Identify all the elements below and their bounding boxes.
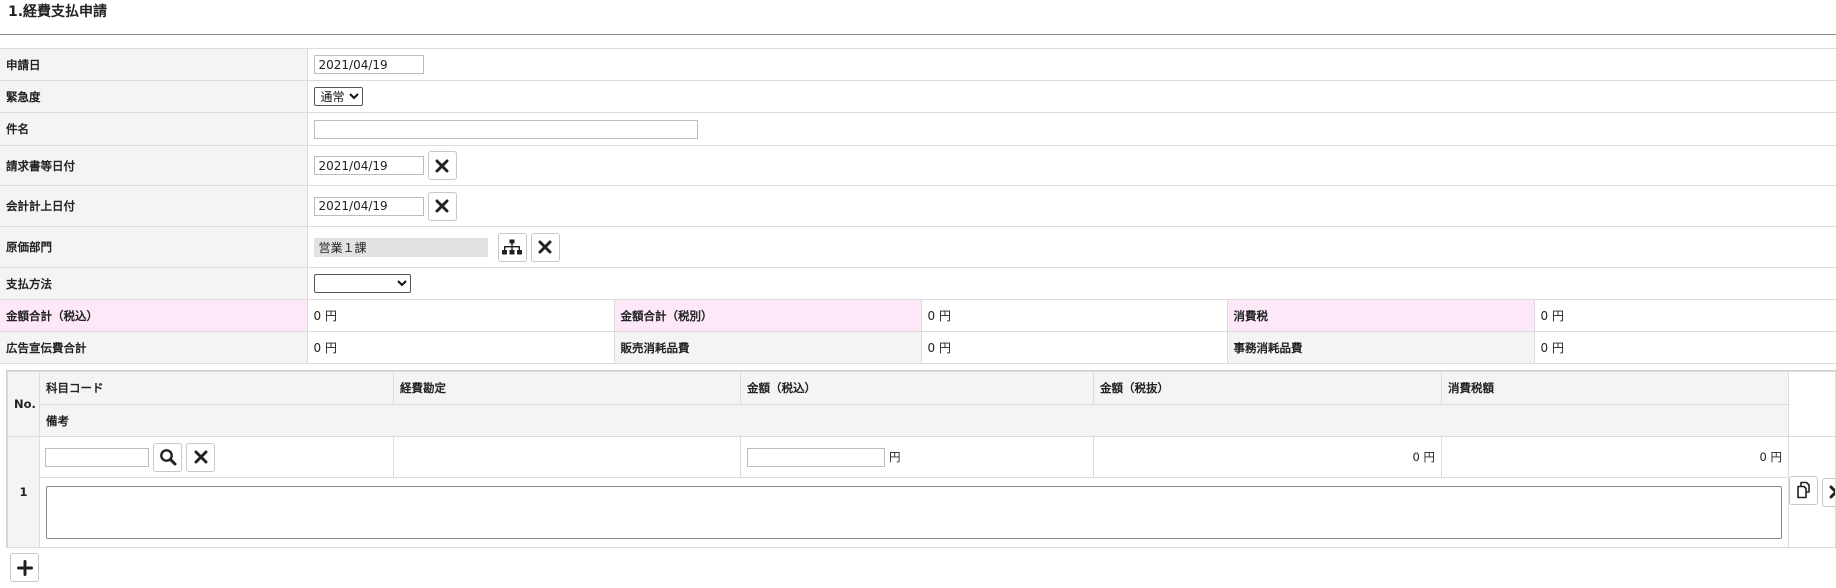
office-supplies-value: 0 円 [1534, 331, 1836, 364]
total-incl-tax-label: 金額合計（税込） [0, 299, 308, 332]
row-totals-2: 広告宣伝費合計 0 円 販売消耗品費 0 円 事務消耗品費 0 円 [0, 331, 1836, 364]
row-payment-method: 支払方法 [0, 267, 1836, 300]
account-code-clear-button[interactable] [186, 442, 215, 472]
close-icon [435, 159, 449, 172]
row-application-date: 申請日 [0, 48, 1836, 81]
add-row-button[interactable] [10, 553, 39, 582]
table-row: 1 円 0 円 0 円 [7, 436, 1836, 548]
amount-excl-value: 0 円 [1093, 436, 1442, 478]
row-totals-1: 金額合計（税込） 0 円 金額合計（税別） 0 円 消費税 0 円 [0, 299, 1836, 332]
invoice-date-input[interactable] [313, 156, 424, 175]
invoice-date-label: 請求書等日付 [0, 145, 308, 186]
search-icon [159, 449, 176, 466]
tax-amount-value: 0 円 [1441, 436, 1789, 478]
remarks-textarea[interactable] [46, 486, 1782, 539]
sales-supplies-value: 0 円 [921, 331, 1228, 364]
header-amount-excl: 金額（税抜） [1093, 371, 1442, 405]
close-icon [435, 199, 449, 213]
close-icon [194, 450, 207, 464]
detail-header-row: No. 科目コード 経費勘定 金額（税込） 金額（税抜） 消費税額 [7, 371, 1836, 437]
title-divider [0, 34, 1836, 35]
copy-row-button[interactable] [1789, 475, 1818, 505]
payment-method-select[interactable] [313, 274, 411, 293]
detail-header-row-2: 備考 [8, 404, 1836, 437]
close-icon [1829, 485, 1835, 499]
row-urgency: 緊急度 通常 [0, 80, 1836, 113]
header-actions [1788, 371, 1836, 437]
total-excl-tax-value: 0 円 [921, 299, 1228, 332]
invoice-date-clear-button[interactable] [427, 151, 457, 180]
account-code-search-button[interactable] [153, 442, 182, 472]
accounting-date-clear-button[interactable] [427, 191, 457, 221]
expense-account-value [393, 436, 741, 478]
row-actions [1788, 436, 1836, 548]
department-clear-button[interactable] [530, 232, 560, 262]
urgency-select[interactable]: 通常 [313, 87, 363, 106]
consumption-tax-value: 0 円 [1534, 299, 1836, 332]
header-amount-incl: 金額（税込） [740, 371, 1094, 405]
cost-department-label: 原価部門 [0, 226, 308, 268]
header-account-code: 科目コード [39, 371, 394, 405]
delete-row-button[interactable] [1821, 477, 1835, 507]
consumption-tax-label: 消費税 [1227, 299, 1535, 332]
total-excl-tax-label: 金額合計（税別） [614, 299, 922, 332]
sales-supplies-label: 販売消耗品費 [614, 331, 922, 364]
payment-method-label: 支払方法 [0, 267, 308, 300]
account-code-input[interactable] [45, 447, 149, 467]
header-tax-amount: 消費税額 [1441, 371, 1789, 405]
section-title: 1.経費支払申請 [8, 4, 108, 20]
advertising-total-value: 0 円 [307, 331, 615, 364]
header-no: No. [7, 371, 40, 437]
accounting-date-input[interactable] [313, 196, 424, 216]
subject-label: 件名 [0, 112, 308, 146]
application-date-label: 申請日 [0, 48, 308, 81]
total-incl-tax-value: 0 円 [307, 299, 615, 332]
row-subject: 件名 [0, 112, 1836, 146]
application-date-input[interactable] [313, 55, 424, 74]
row-accounting-date: 会計計上日付 [0, 185, 1836, 227]
row-cost-department: 原価部門 [0, 226, 1836, 268]
detail-table: No. 科目コード 経費勘定 金額（税込） 金額（税抜） 消費税額 備考 1 円… [7, 371, 1836, 548]
amount-incl-input[interactable] [747, 447, 885, 467]
subject-input[interactable] [313, 119, 698, 139]
header-remarks: 備考 [39, 404, 1789, 437]
cost-department-input [313, 237, 488, 257]
org-tree-icon [502, 239, 522, 255]
detail-table-container: No. 科目コード 経費勘定 金額（税込） 金額（税抜） 消費税額 備考 1 円… [6, 370, 1836, 548]
accounting-date-label: 会計計上日付 [0, 185, 308, 227]
application-form: 申請日 緊急度 通常 件名 請求書等日付 会計計上日付 [0, 48, 1836, 364]
row-invoice-date: 請求書等日付 [0, 145, 1836, 186]
urgency-label: 緊急度 [0, 80, 308, 113]
plus-icon [16, 559, 33, 576]
row-number: 1 [7, 436, 40, 548]
office-supplies-label: 事務消耗品費 [1227, 331, 1535, 364]
header-expense-account: 経費勘定 [393, 371, 741, 405]
close-icon [538, 240, 552, 254]
advertising-total-label: 広告宣伝費合計 [0, 331, 308, 364]
table-row-remarks [8, 477, 1836, 548]
department-select-button[interactable] [497, 232, 527, 262]
copy-icon [1796, 481, 1810, 499]
amount-incl-unit: 円 [889, 449, 901, 464]
